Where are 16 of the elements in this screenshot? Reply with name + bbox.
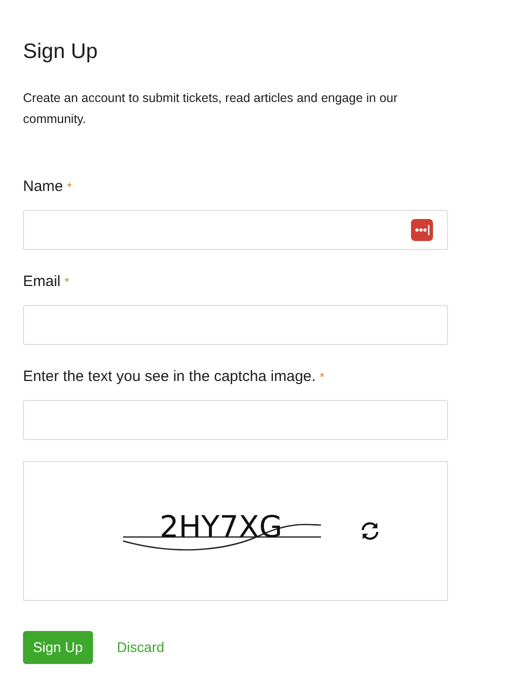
- input-field[interactable]: [23, 305, 448, 345]
- input-field[interactable]: [23, 400, 448, 440]
- input-field[interactable]: [23, 210, 448, 250]
- field-label: Email: [23, 272, 61, 292]
- description-text: Create an account to submit tickets, read articles and engage in our community.: [23, 90, 399, 128]
- field-label: Enter the text you see in the captcha image.: [23, 367, 316, 387]
- discard-link[interactable]: Discard: [116, 637, 164, 658]
- password-manager-icon[interactable]: [411, 219, 433, 241]
- required-mark: *: [67, 179, 72, 196]
- page-title: Sign Up: [23, 39, 99, 65]
- refresh-icon[interactable]: [358, 520, 380, 542]
- required-mark: *: [320, 369, 324, 386]
- required-mark: *: [64, 274, 70, 291]
- captcha-text: 2HY7XG: [159, 510, 282, 545]
- sign-up-button[interactable]: Sign Up: [23, 631, 93, 664]
- field-label: Name: [23, 177, 64, 197]
